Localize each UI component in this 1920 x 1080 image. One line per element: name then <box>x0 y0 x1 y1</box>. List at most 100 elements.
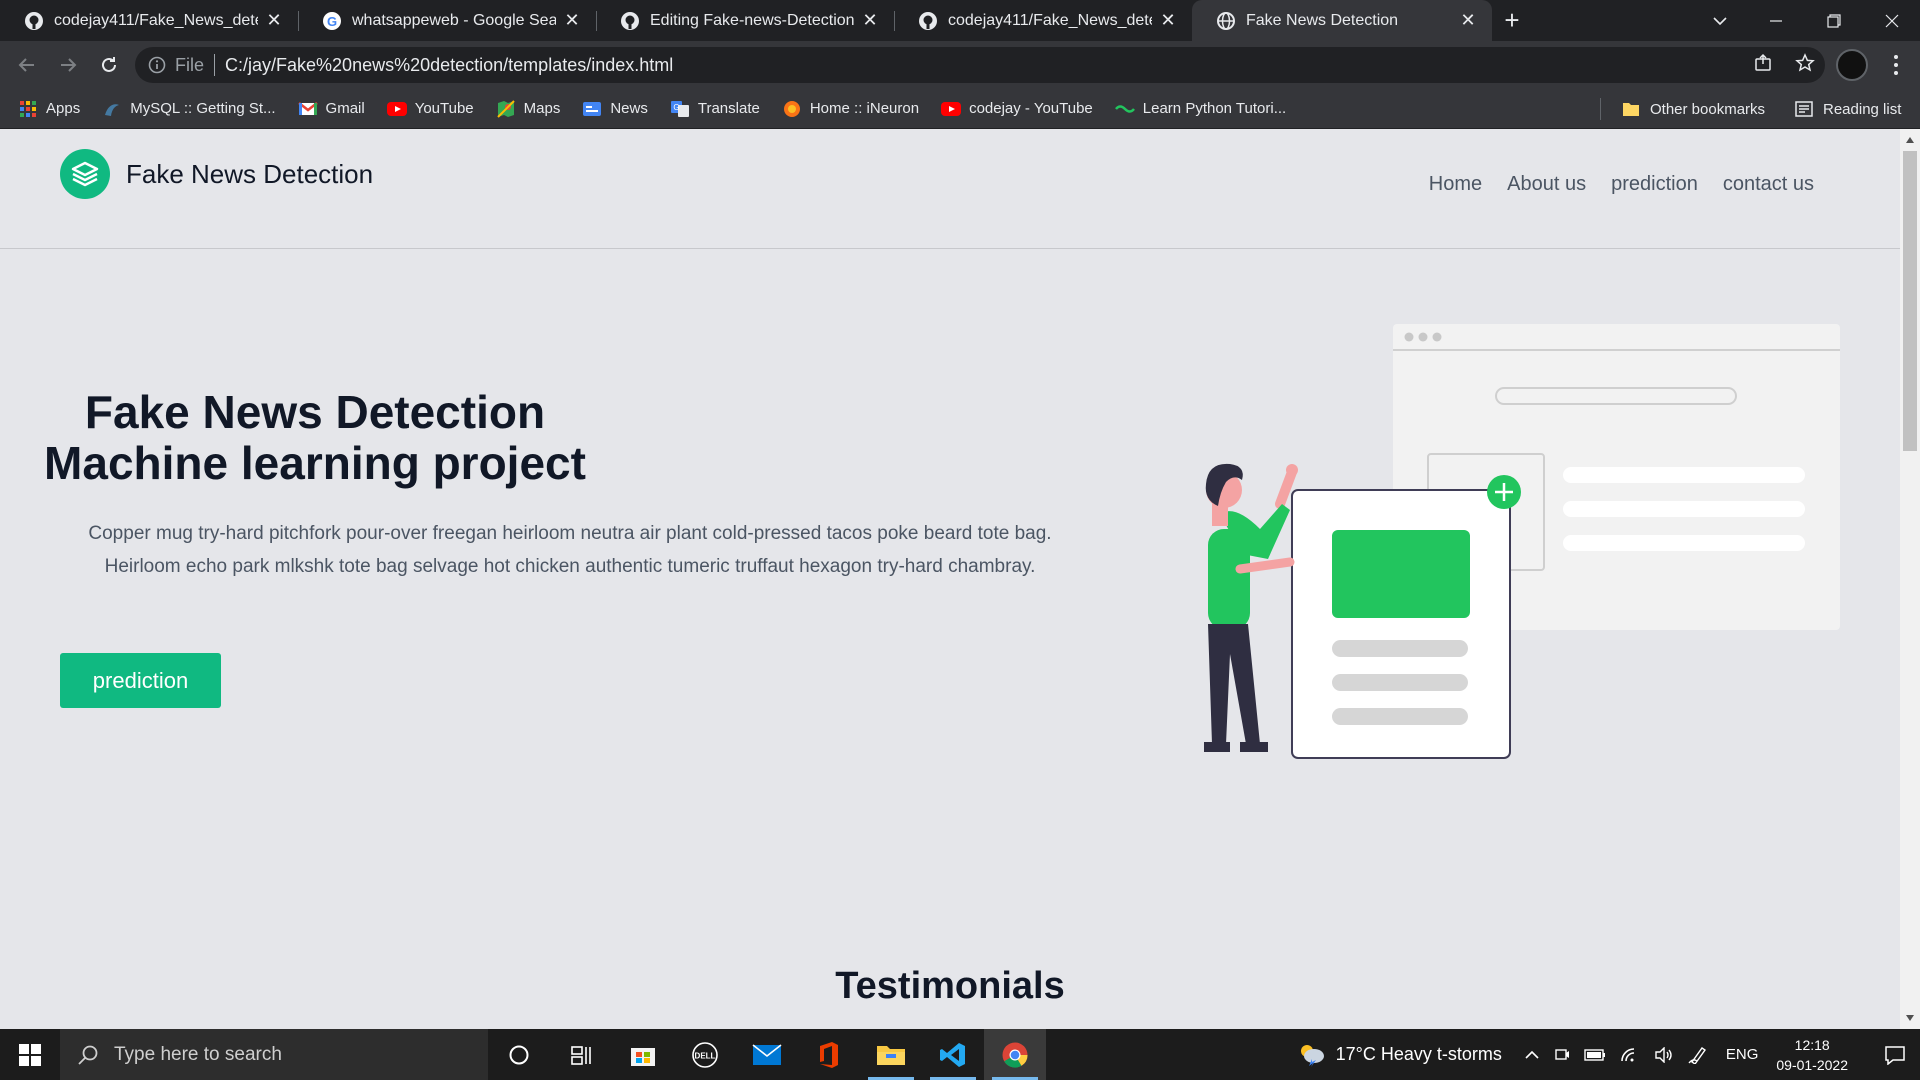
bookmark-ineuron[interactable]: Home :: iNeuron <box>782 99 919 119</box>
bookmark-label: Home :: iNeuron <box>809 100 920 117</box>
microsoft-store-icon[interactable] <box>612 1029 674 1080</box>
bookmark-gmail[interactable]: Gmail <box>297 99 365 119</box>
hero-title: Fake News Detection Machine learning pro… <box>0 387 630 489</box>
mail-icon[interactable] <box>736 1029 798 1080</box>
notification-center-icon[interactable] <box>1870 1029 1920 1080</box>
address-bar[interactable]: File C:/jay/Fake%20news%20detection/temp… <box>135 47 1825 83</box>
cortana-icon[interactable] <box>488 1029 550 1080</box>
nav-prediction[interactable]: prediction <box>1611 173 1698 196</box>
tab-close-icon[interactable]: ✕ <box>860 10 880 31</box>
bookmark-label: Apps <box>46 100 81 117</box>
url-text[interactable]: C:/jay/Fake%20news%20detection/templates… <box>225 55 673 76</box>
bookmark-youtube[interactable]: YouTube <box>386 99 474 119</box>
tab-title: Fake News Detection <box>1246 11 1399 29</box>
svg-text:G: G <box>673 103 679 112</box>
tab-close-icon[interactable]: ✕ <box>562 10 582 31</box>
tab-close-icon[interactable]: ✕ <box>264 10 284 31</box>
svg-text:DELL: DELL <box>695 1051 716 1060</box>
github-icon <box>918 11 938 31</box>
browser-tab[interactable]: G whatsappeweb - Google Search ✕ <box>298 0 596 41</box>
bookmark-news[interactable]: News <box>582 99 648 119</box>
chrome-icon[interactable] <box>984 1029 1046 1080</box>
close-window-icon[interactable] <box>1864 0 1920 41</box>
nav-about-us[interactable]: About us <box>1507 173 1586 196</box>
hero-title-line1: Fake News Detection <box>84 386 546 438</box>
gmail-icon <box>297 99 318 119</box>
apps-grid-icon <box>18 99 38 119</box>
share-icon[interactable] <box>1753 53 1773 78</box>
python-icon <box>1114 99 1135 119</box>
new-tab-button[interactable]: + <box>1492 0 1532 41</box>
page-scrollbar[interactable] <box>1900 129 1920 1029</box>
taskbar-clock[interactable]: 12:18 09-01-2022 <box>1776 1035 1848 1075</box>
tab-close-icon[interactable]: ✕ <box>1158 10 1178 31</box>
info-icon[interactable] <box>147 55 167 75</box>
reading-list[interactable]: Reading list <box>1795 89 1901 129</box>
weather-widget[interactable]: 17°C Heavy t-storms <box>1298 1043 1502 1067</box>
browser-tab[interactable]: codejay411/Fake_News_detection ✕ <box>0 0 298 41</box>
tab-strip: codejay411/Fake_News_detection ✕ G whats… <box>0 0 1920 41</box>
bookmark-translate[interactable]: G Translate <box>670 99 760 119</box>
other-bookmarks[interactable]: Other bookmarks <box>1622 89 1765 129</box>
taskbar-search-box[interactable]: Type here to search <box>60 1029 488 1080</box>
star-bookmark-icon[interactable] <box>1795 52 1815 78</box>
url-separator <box>214 54 216 76</box>
mysql-icon <box>102 99 122 119</box>
language-indicator[interactable]: ENG <box>1726 1046 1759 1063</box>
browser-tab-active[interactable]: Fake News Detection ✕ <box>1192 0 1492 41</box>
reading-list-icon <box>1795 101 1813 117</box>
pen-icon[interactable] <box>1688 1046 1708 1064</box>
github-icon <box>620 11 640 31</box>
back-icon[interactable] <box>9 47 45 83</box>
nav-contact-us[interactable]: contact us <box>1723 173 1814 196</box>
windows-start-icon[interactable] <box>0 1029 60 1080</box>
battery-icon[interactable] <box>1584 1048 1606 1061</box>
reload-icon[interactable] <box>91 47 127 83</box>
tab-title: Editing Fake-news-Detection/README.md <box>650 11 854 29</box>
tab-close-icon[interactable]: ✕ <box>1458 10 1478 31</box>
dell-icon[interactable]: DELL <box>674 1029 736 1080</box>
task-view-icon[interactable] <box>550 1029 612 1080</box>
browser-toolbar: File C:/jay/Fake%20news%20detection/temp… <box>0 41 1920 89</box>
nav-home[interactable]: Home <box>1429 173 1482 196</box>
tab-title: codejay411/Fake_News_detection <box>54 11 258 29</box>
scroll-down-icon[interactable] <box>1906 1015 1914 1021</box>
tab-search-icon[interactable] <box>1692 0 1748 41</box>
volume-icon[interactable] <box>1654 1046 1674 1063</box>
bookmark-apps[interactable]: Apps <box>18 99 80 119</box>
prediction-button[interactable]: prediction <box>60 653 221 708</box>
wifi-icon[interactable] <box>1620 1047 1640 1063</box>
other-bookmarks-label: Other bookmarks <box>1650 100 1766 118</box>
bookmark-divider <box>1600 89 1601 129</box>
bookmark-python[interactable]: Learn Python Tutori... <box>1114 99 1286 119</box>
restore-icon[interactable] <box>1806 0 1862 41</box>
youtube-icon <box>941 99 962 119</box>
scrollbar-thumb[interactable] <box>1903 151 1917 451</box>
bookmark-codejay-youtube[interactable]: codejay - YouTube <box>941 99 1093 119</box>
translate-icon: G <box>670 99 690 119</box>
weather-storm-icon <box>1298 1043 1326 1067</box>
bookmark-mysql[interactable]: MySQL :: Getting St... <box>102 99 276 119</box>
meet-now-icon[interactable] <box>1554 1047 1570 1063</box>
weather-text: 17°C Heavy t-storms <box>1335 1044 1502 1064</box>
github-icon <box>24 11 44 31</box>
office-icon[interactable] <box>798 1029 860 1080</box>
browser-menu-icon[interactable] <box>1884 53 1908 77</box>
bookmark-label: Gmail <box>325 100 365 117</box>
chevron-up-icon[interactable] <box>1524 1050 1540 1060</box>
file-explorer-icon[interactable] <box>860 1029 922 1080</box>
system-tray: 17°C Heavy t-storms ENG 12:18 09-01-2022 <box>1298 1029 1920 1080</box>
browser-tab[interactable]: codejay411/Fake_News_detection ✕ <box>894 0 1192 41</box>
bookmark-label: YouTube <box>414 100 474 117</box>
browser-tab[interactable]: Editing Fake-news-Detection/README.md ✕ <box>596 0 894 41</box>
minimize-icon[interactable] <box>1748 0 1804 41</box>
scroll-up-icon[interactable] <box>1906 137 1914 143</box>
bookmark-label: MySQL :: Getting St... <box>130 100 276 117</box>
bookmark-maps[interactable]: Maps <box>496 99 561 119</box>
site-logo[interactable]: Fake News Detection <box>60 149 373 199</box>
vscode-icon[interactable] <box>922 1029 984 1080</box>
forward-icon[interactable] <box>50 47 86 83</box>
bookmark-label: Maps <box>523 100 561 117</box>
profile-avatar[interactable] <box>1836 49 1868 81</box>
hero-title-line2: Machine learning project <box>44 437 586 489</box>
